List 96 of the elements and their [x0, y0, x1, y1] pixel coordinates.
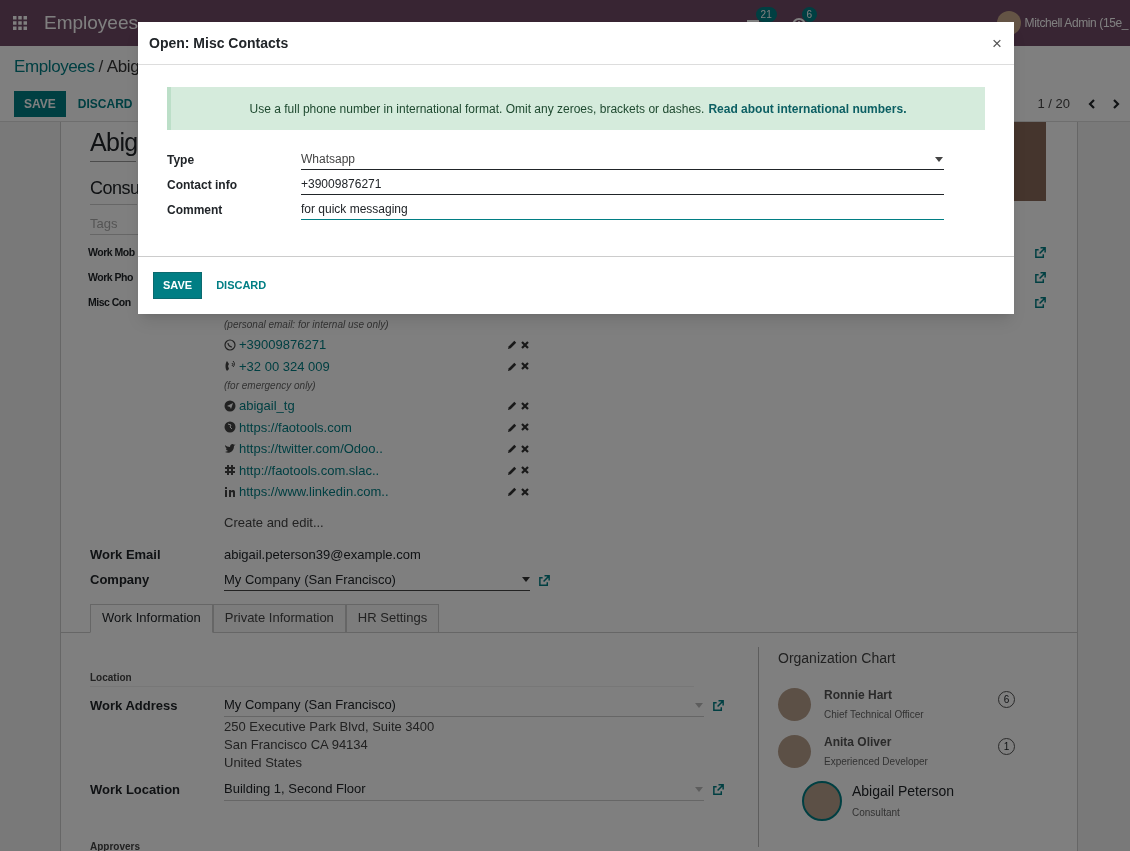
discard-button[interactable]: DISCARD [202, 272, 281, 299]
user-menu[interactable]: Mitchell Admin (15e_ [1024, 14, 1128, 32]
caret-down-icon [522, 577, 530, 582]
address-line: United States [224, 753, 304, 771]
app-grid-icon [12, 15, 28, 31]
notification-badge: 6 [801, 7, 818, 22]
field-label: Work Location [90, 780, 182, 799]
chevron-left-icon [1086, 97, 1098, 110]
delete-icon [520, 400, 530, 411]
field-label: Type [167, 152, 196, 169]
breadcrumb-link[interactable]: Employees [14, 54, 95, 80]
field-label: Work Address [90, 696, 179, 715]
field-label: Misc Con [88, 294, 131, 310]
globe-icon [224, 421, 236, 434]
delete-icon [520, 465, 530, 476]
company-select[interactable]: My Company (San Francisco) [224, 569, 530, 591]
contact-link[interactable]: +39009876271 [239, 335, 327, 355]
contact-link[interactable]: https://www.linkedin.com.. [239, 482, 389, 502]
linkedin-icon [224, 485, 236, 498]
person-job-title: Experienced Developer [824, 755, 929, 769]
contact-link[interactable]: +32 00 324 009 [239, 356, 330, 376]
select-field[interactable]: Building 1, Second Floor [224, 778, 704, 801]
section-heading: Location [90, 669, 694, 687]
save-button[interactable]: SAVE [14, 90, 66, 117]
select-field[interactable]: My Company (San Francisco) [224, 694, 704, 717]
external-link-icon [1034, 296, 1047, 309]
org-chart-title: Organization Chart [778, 648, 897, 668]
caret-down-icon [935, 156, 943, 162]
avatar-placeholder [778, 687, 811, 721]
chevron-right-icon [1110, 97, 1122, 110]
tab[interactable]: Work Information [90, 603, 213, 633]
delete-icon [520, 443, 530, 454]
delete-icon [520, 422, 530, 433]
address-line: 250 Executive Park Blvd, Suite 3400 [224, 717, 436, 735]
field-label: Work Email [90, 546, 162, 565]
delete-icon [520, 339, 530, 350]
external-link-icon [1034, 246, 1047, 259]
contact-comment: (for emergency only) [224, 379, 317, 393]
section-heading: Approvers [90, 838, 694, 851]
telegram-icon [224, 399, 236, 412]
field-label: Work Pho [88, 269, 133, 285]
caret-down-icon [695, 786, 703, 792]
bird-icon [224, 442, 236, 455]
breadcrumb-separator: / [98, 56, 103, 78]
dialog-title: Open: Misc Contacts [149, 33, 290, 53]
field-label: Contact info [167, 177, 238, 194]
address-line: San Francisco CA 94134 [224, 735, 369, 753]
contact-comment: (personal email: for internal use only) [224, 318, 390, 332]
person-name[interactable]: Anita Oliver [824, 733, 998, 751]
pencil-icon [507, 339, 518, 351]
pencil-icon [507, 486, 518, 498]
pencil-icon [507, 421, 518, 433]
pager-value: 1 / 20 [1037, 94, 1070, 113]
external-link-icon [712, 783, 725, 796]
employee-name-field[interactable]: Abig [90, 123, 136, 162]
create-edit-link[interactable]: Create and edit... [224, 512, 530, 533]
person-name[interactable]: Ronnie Hart [824, 686, 998, 704]
contact-link[interactable]: http://faotools.com.slac.. [239, 460, 380, 480]
save-button[interactable]: SAVE [153, 272, 203, 299]
person-job-title: Chief Technical Officer [824, 708, 925, 722]
field-label: Comment [167, 202, 224, 219]
job-title-field[interactable]: Consu [90, 174, 137, 205]
field-label: Company [90, 571, 151, 590]
avatar-placeholder [802, 780, 842, 821]
app-name[interactable]: Employees [44, 8, 138, 38]
external-link-icon [538, 573, 551, 587]
contact-link[interactable]: https://twitter.com/Odoo.. [239, 439, 383, 459]
alert-text: Use a full phone number in international format. Omit any zeroes, brackets or dashes. [249, 100, 705, 118]
tab[interactable]: HR Settings [345, 603, 440, 633]
tab[interactable]: Private Information [212, 603, 346, 633]
delete-icon [520, 486, 530, 497]
close-button[interactable]: × [992, 34, 1002, 52]
input-field[interactable]: for quick messaging [301, 199, 944, 220]
external-link-icon [712, 699, 725, 712]
international-numbers-link[interactable]: Read about international numbers. [708, 99, 907, 118]
external-link-icon [1034, 271, 1047, 284]
input-field[interactable]: +39009876271 [301, 174, 944, 195]
pencil-icon [507, 464, 518, 476]
caret-down-icon [695, 702, 703, 708]
contact-link[interactable]: https://faotools.com [239, 417, 352, 437]
field-label: Work Mob [88, 244, 135, 260]
email-field[interactable]: abigail.peterson39@example.com [224, 544, 530, 566]
phone-icon [224, 360, 236, 373]
person-job-title: Consultant [852, 806, 901, 820]
delete-icon [520, 361, 530, 372]
whatsapp-icon [224, 338, 236, 351]
notification-badge: 21 [755, 7, 777, 22]
discard-button[interactable]: DISCARD [65, 90, 145, 117]
pencil-icon [507, 400, 518, 412]
pencil-icon [507, 360, 518, 372]
hash-icon [224, 464, 236, 477]
type-select[interactable]: Whatsapp [301, 149, 944, 170]
person-name[interactable]: Abigail Peterson [852, 781, 1047, 802]
avatar-placeholder [778, 734, 811, 768]
contact-link[interactable]: abigail_tg [239, 396, 295, 416]
pencil-icon [507, 443, 518, 455]
